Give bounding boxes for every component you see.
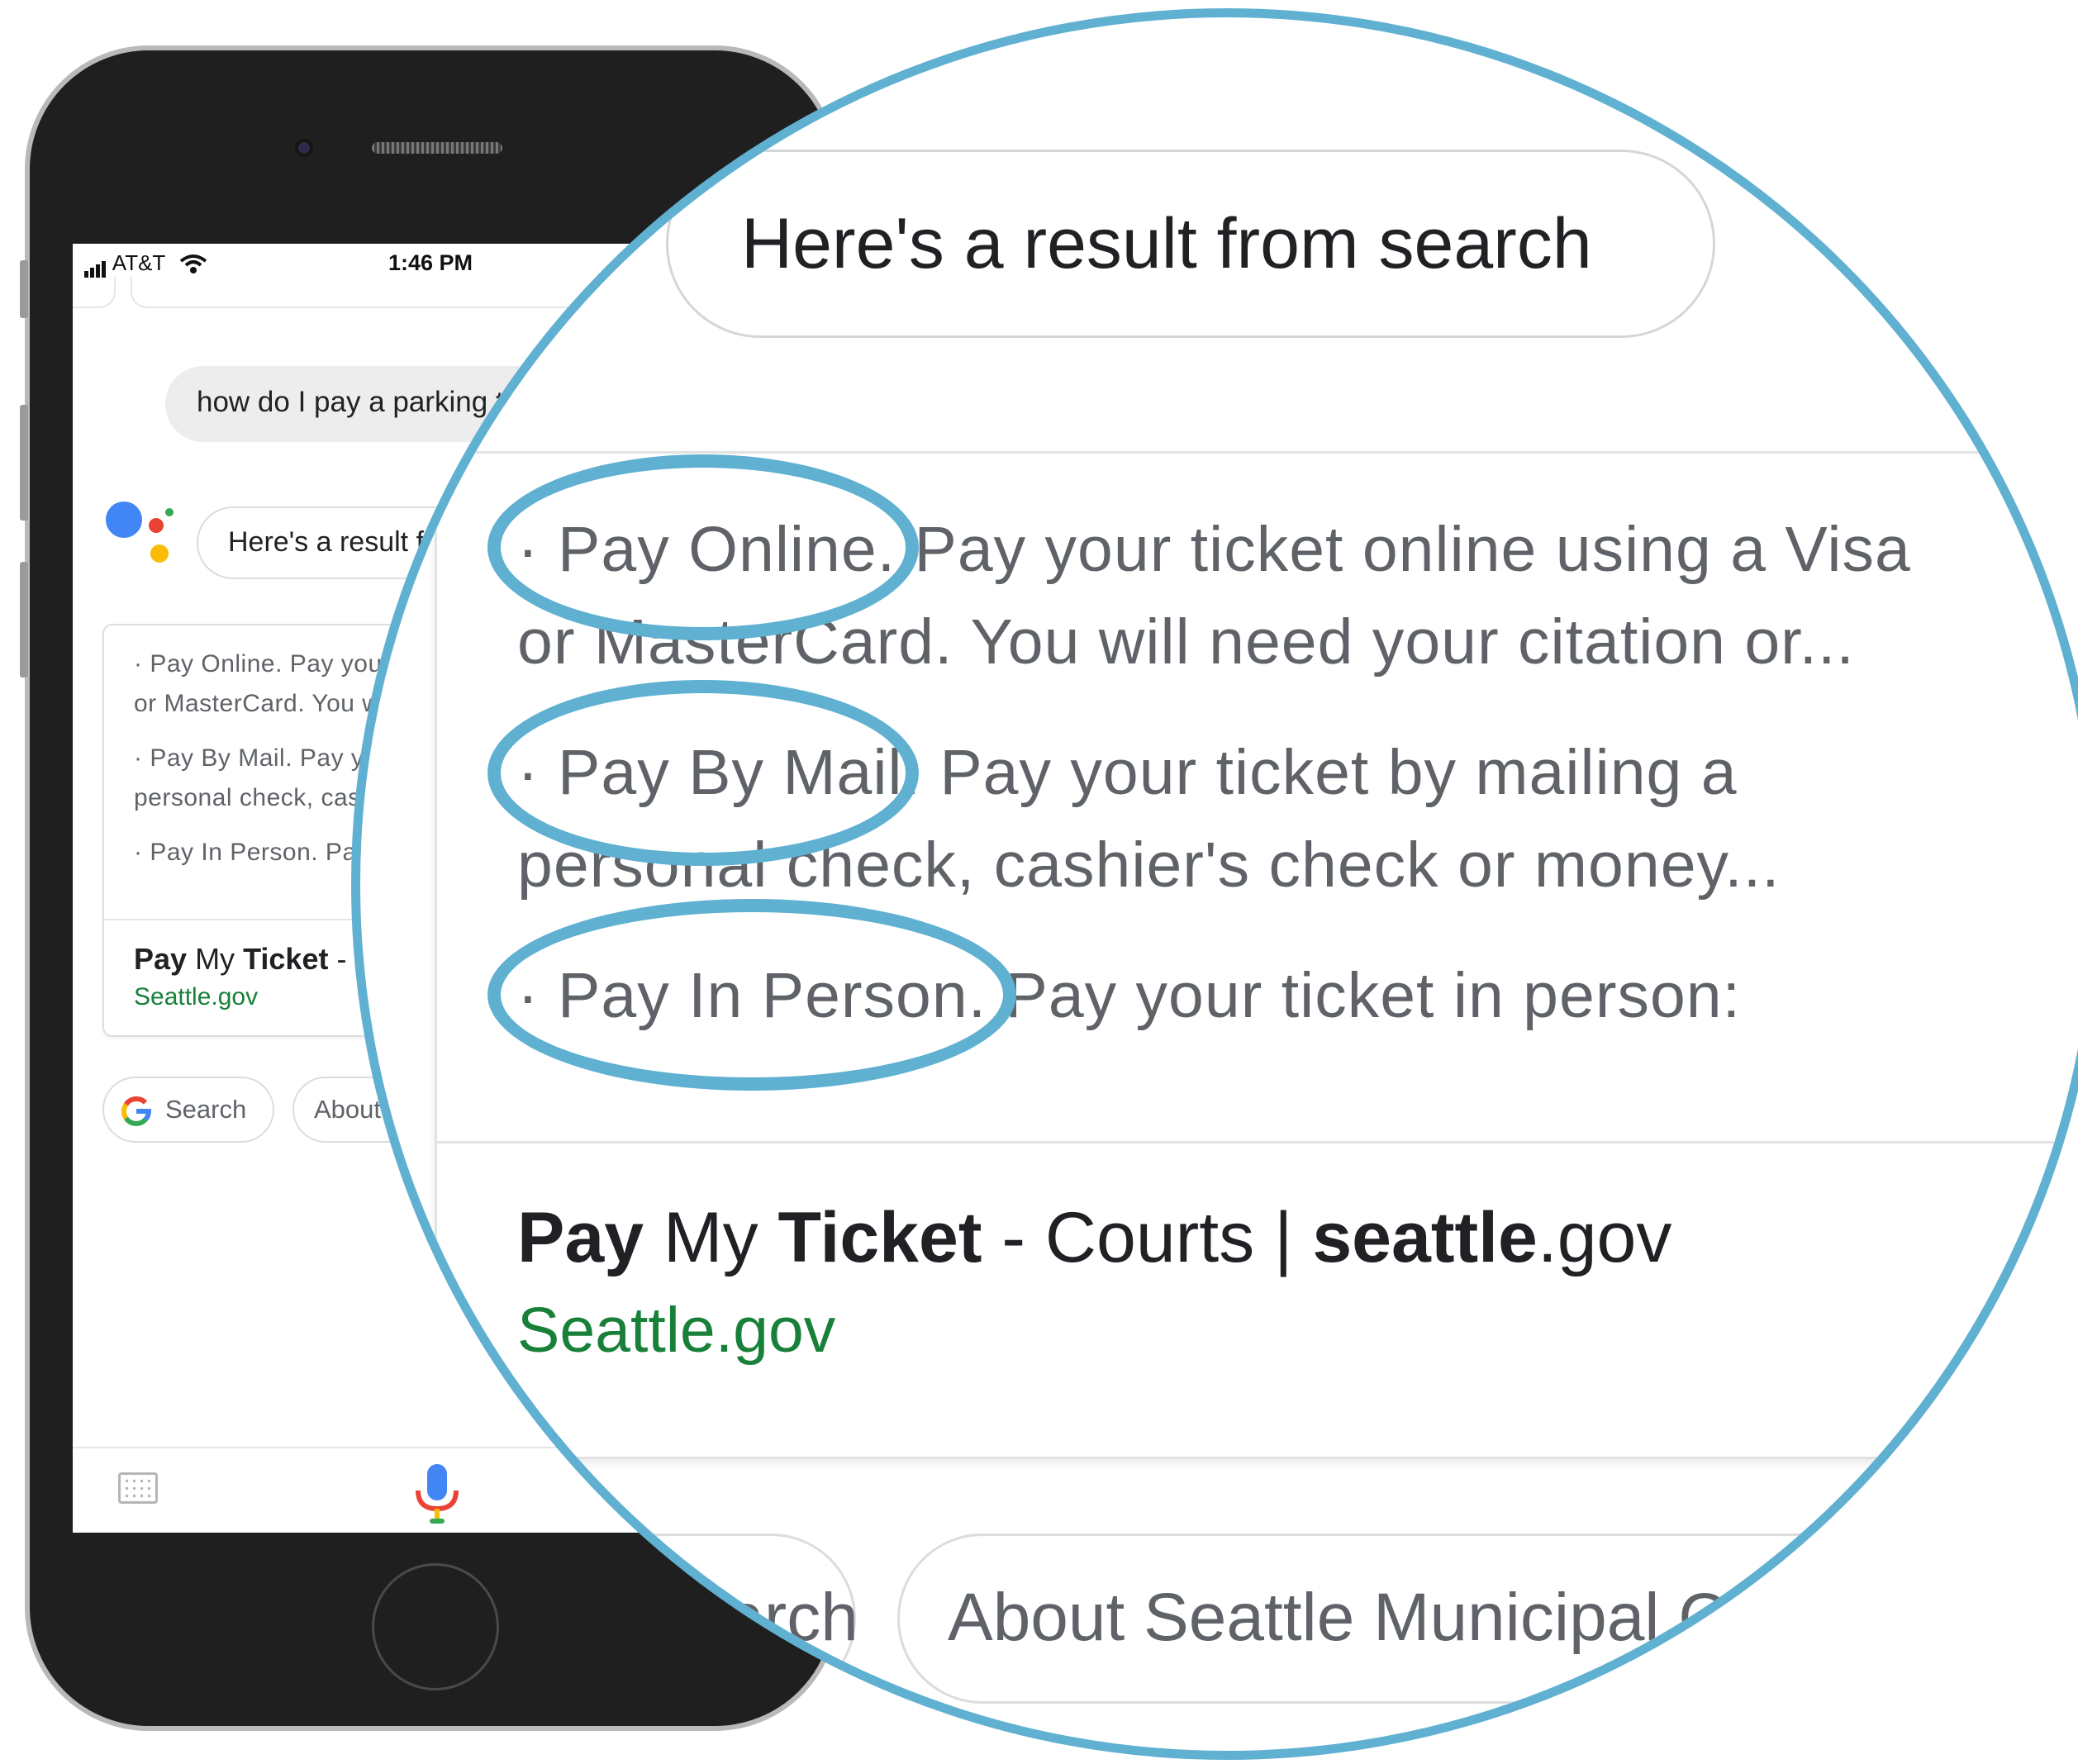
front-camera [295, 139, 313, 157]
zoomed-about-court-chip[interactable]: About Seattle Municipal Court [897, 1533, 2078, 1704]
zoomed-title-part: seattle [1312, 1198, 1538, 1277]
highlight-ring-pay-online [487, 454, 919, 640]
highlight-ring-pay-by-mail [487, 680, 919, 866]
result-title-part: My [187, 942, 244, 976]
zoomed-result-url[interactable]: Seattle.gov [517, 1294, 835, 1367]
result-title-part: Pay [134, 942, 188, 976]
highlight-ring-pay-in-person [487, 899, 1016, 1091]
keyboard-icon[interactable] [118, 1472, 158, 1504]
search-chip[interactable]: Search [102, 1077, 274, 1143]
zoomed-title-part: Ticket [777, 1198, 982, 1277]
zoomed-about-court-chip-label: About Seattle Municipal Court [948, 1580, 1844, 1655]
zoomed-title-part: .gov [1537, 1198, 1672, 1277]
status-carrier: AT&T [84, 250, 207, 278]
volume-up-button [20, 405, 28, 521]
zoomed-assistant-reply-bubble: Here's a result from search [666, 150, 1715, 338]
google-assistant-icon [106, 502, 174, 568]
magnified-view: Here's a result from search · Pay Online… [360, 17, 2078, 1751]
zoomed-title-part: Pay [517, 1198, 644, 1277]
carrier-label: AT&T [112, 250, 165, 275]
zoomed-search-chip[interactable]: Search [360, 1533, 858, 1704]
search-chip-label: Search [165, 1095, 247, 1124]
mute-switch [20, 260, 28, 318]
result-title-part: Ticket [243, 942, 329, 976]
zoomed-result-title[interactable]: Pay My Ticket - Courts | seattle.gov [517, 1197, 1671, 1279]
zoomed-title-part: - Courts | [982, 1198, 1313, 1277]
zoomed-search-chip-label: Search [644, 1580, 858, 1655]
volume-down-button [20, 562, 28, 678]
result-url[interactable]: Seattle.gov [134, 983, 258, 1011]
zoomed-card-divider [435, 1141, 2078, 1144]
zoomed-assistant-reply-text: Here's a result from search [741, 204, 1592, 283]
magnifier-lens: Here's a result from search · Pay Online… [351, 8, 2078, 1760]
zoomed-title-part: My [644, 1198, 778, 1277]
previous-message-edge [73, 277, 116, 308]
wifi-icon [179, 254, 207, 274]
google-g-icon [121, 1096, 152, 1126]
signal-icon [84, 252, 107, 278]
